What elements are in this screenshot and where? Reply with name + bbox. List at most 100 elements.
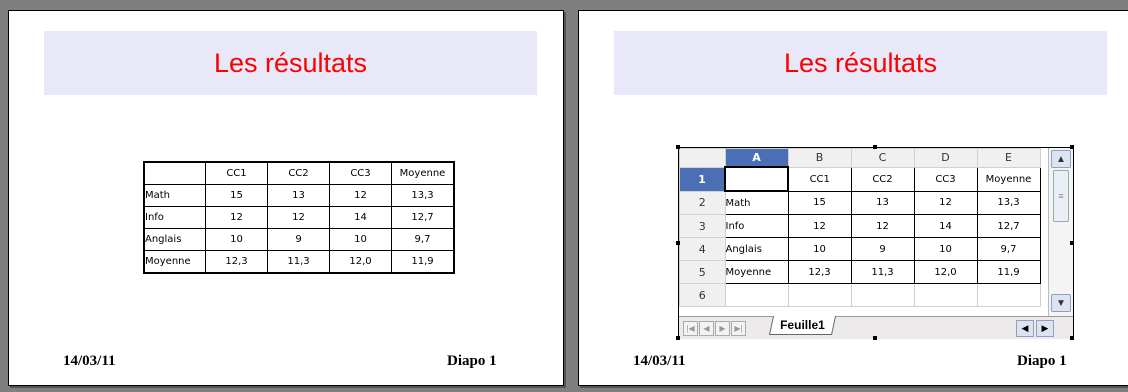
- table-cell[interactable]: [850, 283, 915, 307]
- resize-handle[interactable]: [873, 145, 877, 149]
- table-cell[interactable]: CC2: [850, 166, 915, 192]
- column-header-b[interactable]: B: [787, 148, 852, 168]
- first-sheet-icon[interactable]: |◀: [683, 321, 698, 336]
- table-cell[interactable]: 10: [787, 237, 852, 261]
- column-header-a[interactable]: A: [724, 148, 789, 168]
- table-cell: Math: [143, 184, 206, 207]
- resize-handle[interactable]: [1070, 336, 1074, 340]
- results-table[interactable]: CC1 CC2 CC3 Moyenne Math 15 13 12 13,3 I…: [143, 161, 455, 274]
- table-cell: 15: [205, 184, 268, 207]
- table-cell[interactable]: [913, 283, 978, 307]
- table-header: CC2: [267, 161, 330, 185]
- resize-handle[interactable]: [1070, 241, 1074, 245]
- table-cell[interactable]: [724, 283, 789, 307]
- slide-1[interactable]: Les résultats CC1 CC2 CC3 Moyenne Math 1…: [8, 10, 564, 386]
- table-header: CC3: [329, 161, 392, 185]
- table-cell: 11,3: [267, 250, 330, 274]
- table-header: Moyenne: [391, 161, 455, 185]
- scroll-right-icon[interactable]: ▶: [1036, 320, 1054, 337]
- table-cell: 10: [329, 228, 392, 251]
- last-sheet-icon[interactable]: ▶|: [731, 321, 746, 336]
- table-cell: 12: [267, 206, 330, 229]
- table-cell[interactable]: 14: [913, 214, 978, 238]
- table-cell: 9,7: [391, 228, 455, 251]
- table-cell[interactable]: 11,9: [976, 260, 1041, 284]
- column-header-c[interactable]: C: [850, 148, 915, 168]
- table-cell: 14: [329, 206, 392, 229]
- slide-2[interactable]: Les résultats A B C D E 1 CC1 CC2 CC3 Mo…: [578, 10, 1128, 386]
- resize-handle[interactable]: [676, 241, 680, 245]
- table-cell: 12: [329, 184, 392, 207]
- table-cell[interactable]: 12: [850, 214, 915, 238]
- table-cell: 12,7: [391, 206, 455, 229]
- slide-date: 14/03/11: [63, 353, 116, 369]
- table-row: 1 CC1 CC2 CC3 Moyenne: [679, 166, 1041, 192]
- table-cell[interactable]: 13,3: [976, 190, 1041, 215]
- resize-handle[interactable]: [1070, 145, 1074, 149]
- scroll-left-icon[interactable]: ◀: [1016, 320, 1034, 337]
- slide-title: Les résultats: [783, 47, 938, 78]
- chevron-up-icon[interactable]: ▲: [1051, 150, 1071, 168]
- table-cell[interactable]: [787, 283, 852, 307]
- row-header[interactable]: 4: [679, 237, 726, 261]
- table-row: 4 Anglais 10 9 10 9,7: [679, 237, 1041, 261]
- embedded-spreadsheet[interactable]: A B C D E 1 CC1 CC2 CC3 Moyenne 2 Math 1…: [678, 147, 1074, 339]
- table-cell[interactable]: CC1: [787, 166, 852, 192]
- table-cell[interactable]: 12: [913, 190, 978, 215]
- table-row: 3 Info 12 12 14 12,7: [679, 214, 1041, 238]
- spreadsheet-grid[interactable]: A B C D E 1 CC1 CC2 CC3 Moyenne 2 Math 1…: [679, 148, 1041, 307]
- resize-handle[interactable]: [676, 336, 680, 340]
- table-cell[interactable]: 12,0: [913, 260, 978, 284]
- table-cell[interactable]: 11,3: [850, 260, 915, 284]
- corner-cell[interactable]: [679, 148, 726, 168]
- table-cell[interactable]: Moyenne: [724, 260, 789, 284]
- row-header[interactable]: 5: [679, 260, 726, 284]
- table-cell[interactable]: 12,3: [787, 260, 852, 284]
- slide-title: Les résultats: [213, 47, 368, 78]
- sheet-tab-label: Feuille1: [780, 318, 825, 332]
- table-header: CC1: [205, 161, 268, 185]
- table-cell: [143, 161, 206, 185]
- vertical-scrollbar[interactable]: ▲ ≡ ▼: [1048, 148, 1073, 316]
- resize-handle[interactable]: [676, 145, 680, 149]
- column-header-d[interactable]: D: [913, 148, 978, 168]
- next-sheet-icon[interactable]: ▶: [715, 321, 730, 336]
- row-header[interactable]: 6: [679, 283, 726, 307]
- table-cell: 13,3: [391, 184, 455, 207]
- slide-number: Diapo 1: [1017, 353, 1067, 369]
- table-cell: 11,9: [391, 250, 455, 274]
- table-cell[interactable]: 12: [787, 214, 852, 238]
- table-cell[interactable]: 9: [850, 237, 915, 261]
- table-cell: 9: [267, 228, 330, 251]
- column-header-row: A B C D E: [679, 148, 1041, 168]
- title-box[interactable]: Les résultats: [44, 31, 537, 95]
- table-cell[interactable]: 12,7: [976, 214, 1041, 238]
- table-cell: 13: [267, 184, 330, 207]
- title-box[interactable]: Les résultats: [614, 31, 1107, 95]
- table-cell[interactable]: [976, 283, 1041, 307]
- table-cell[interactable]: 13: [850, 190, 915, 215]
- active-cell[interactable]: [724, 166, 789, 192]
- table-cell: Moyenne: [143, 250, 206, 274]
- resize-handle[interactable]: [873, 336, 877, 340]
- table-cell: Info: [143, 206, 206, 229]
- table-cell[interactable]: CC3: [913, 166, 978, 192]
- row-header[interactable]: 2: [679, 190, 726, 215]
- table-cell[interactable]: 10: [913, 237, 978, 261]
- sheet-tab[interactable]: Feuille1: [768, 316, 836, 335]
- table-cell[interactable]: Math: [724, 190, 789, 215]
- table-cell[interactable]: Moyenne: [976, 166, 1041, 192]
- table-cell[interactable]: 15: [787, 190, 852, 215]
- table-row: CC1 CC2 CC3 Moyenne: [143, 161, 455, 185]
- prev-sheet-icon[interactable]: ◀: [699, 321, 714, 336]
- table-cell[interactable]: Anglais: [724, 237, 789, 261]
- table-cell: Anglais: [143, 228, 206, 251]
- table-row: 2 Math 15 13 12 13,3: [679, 190, 1041, 215]
- column-header-e[interactable]: E: [976, 148, 1041, 168]
- scroll-thumb[interactable]: ≡: [1053, 170, 1069, 222]
- table-cell[interactable]: 9,7: [976, 237, 1041, 261]
- row-header[interactable]: 3: [679, 214, 726, 238]
- row-header[interactable]: 1: [679, 166, 726, 192]
- chevron-down-icon[interactable]: ▼: [1051, 294, 1071, 312]
- table-cell[interactable]: Info: [724, 214, 789, 238]
